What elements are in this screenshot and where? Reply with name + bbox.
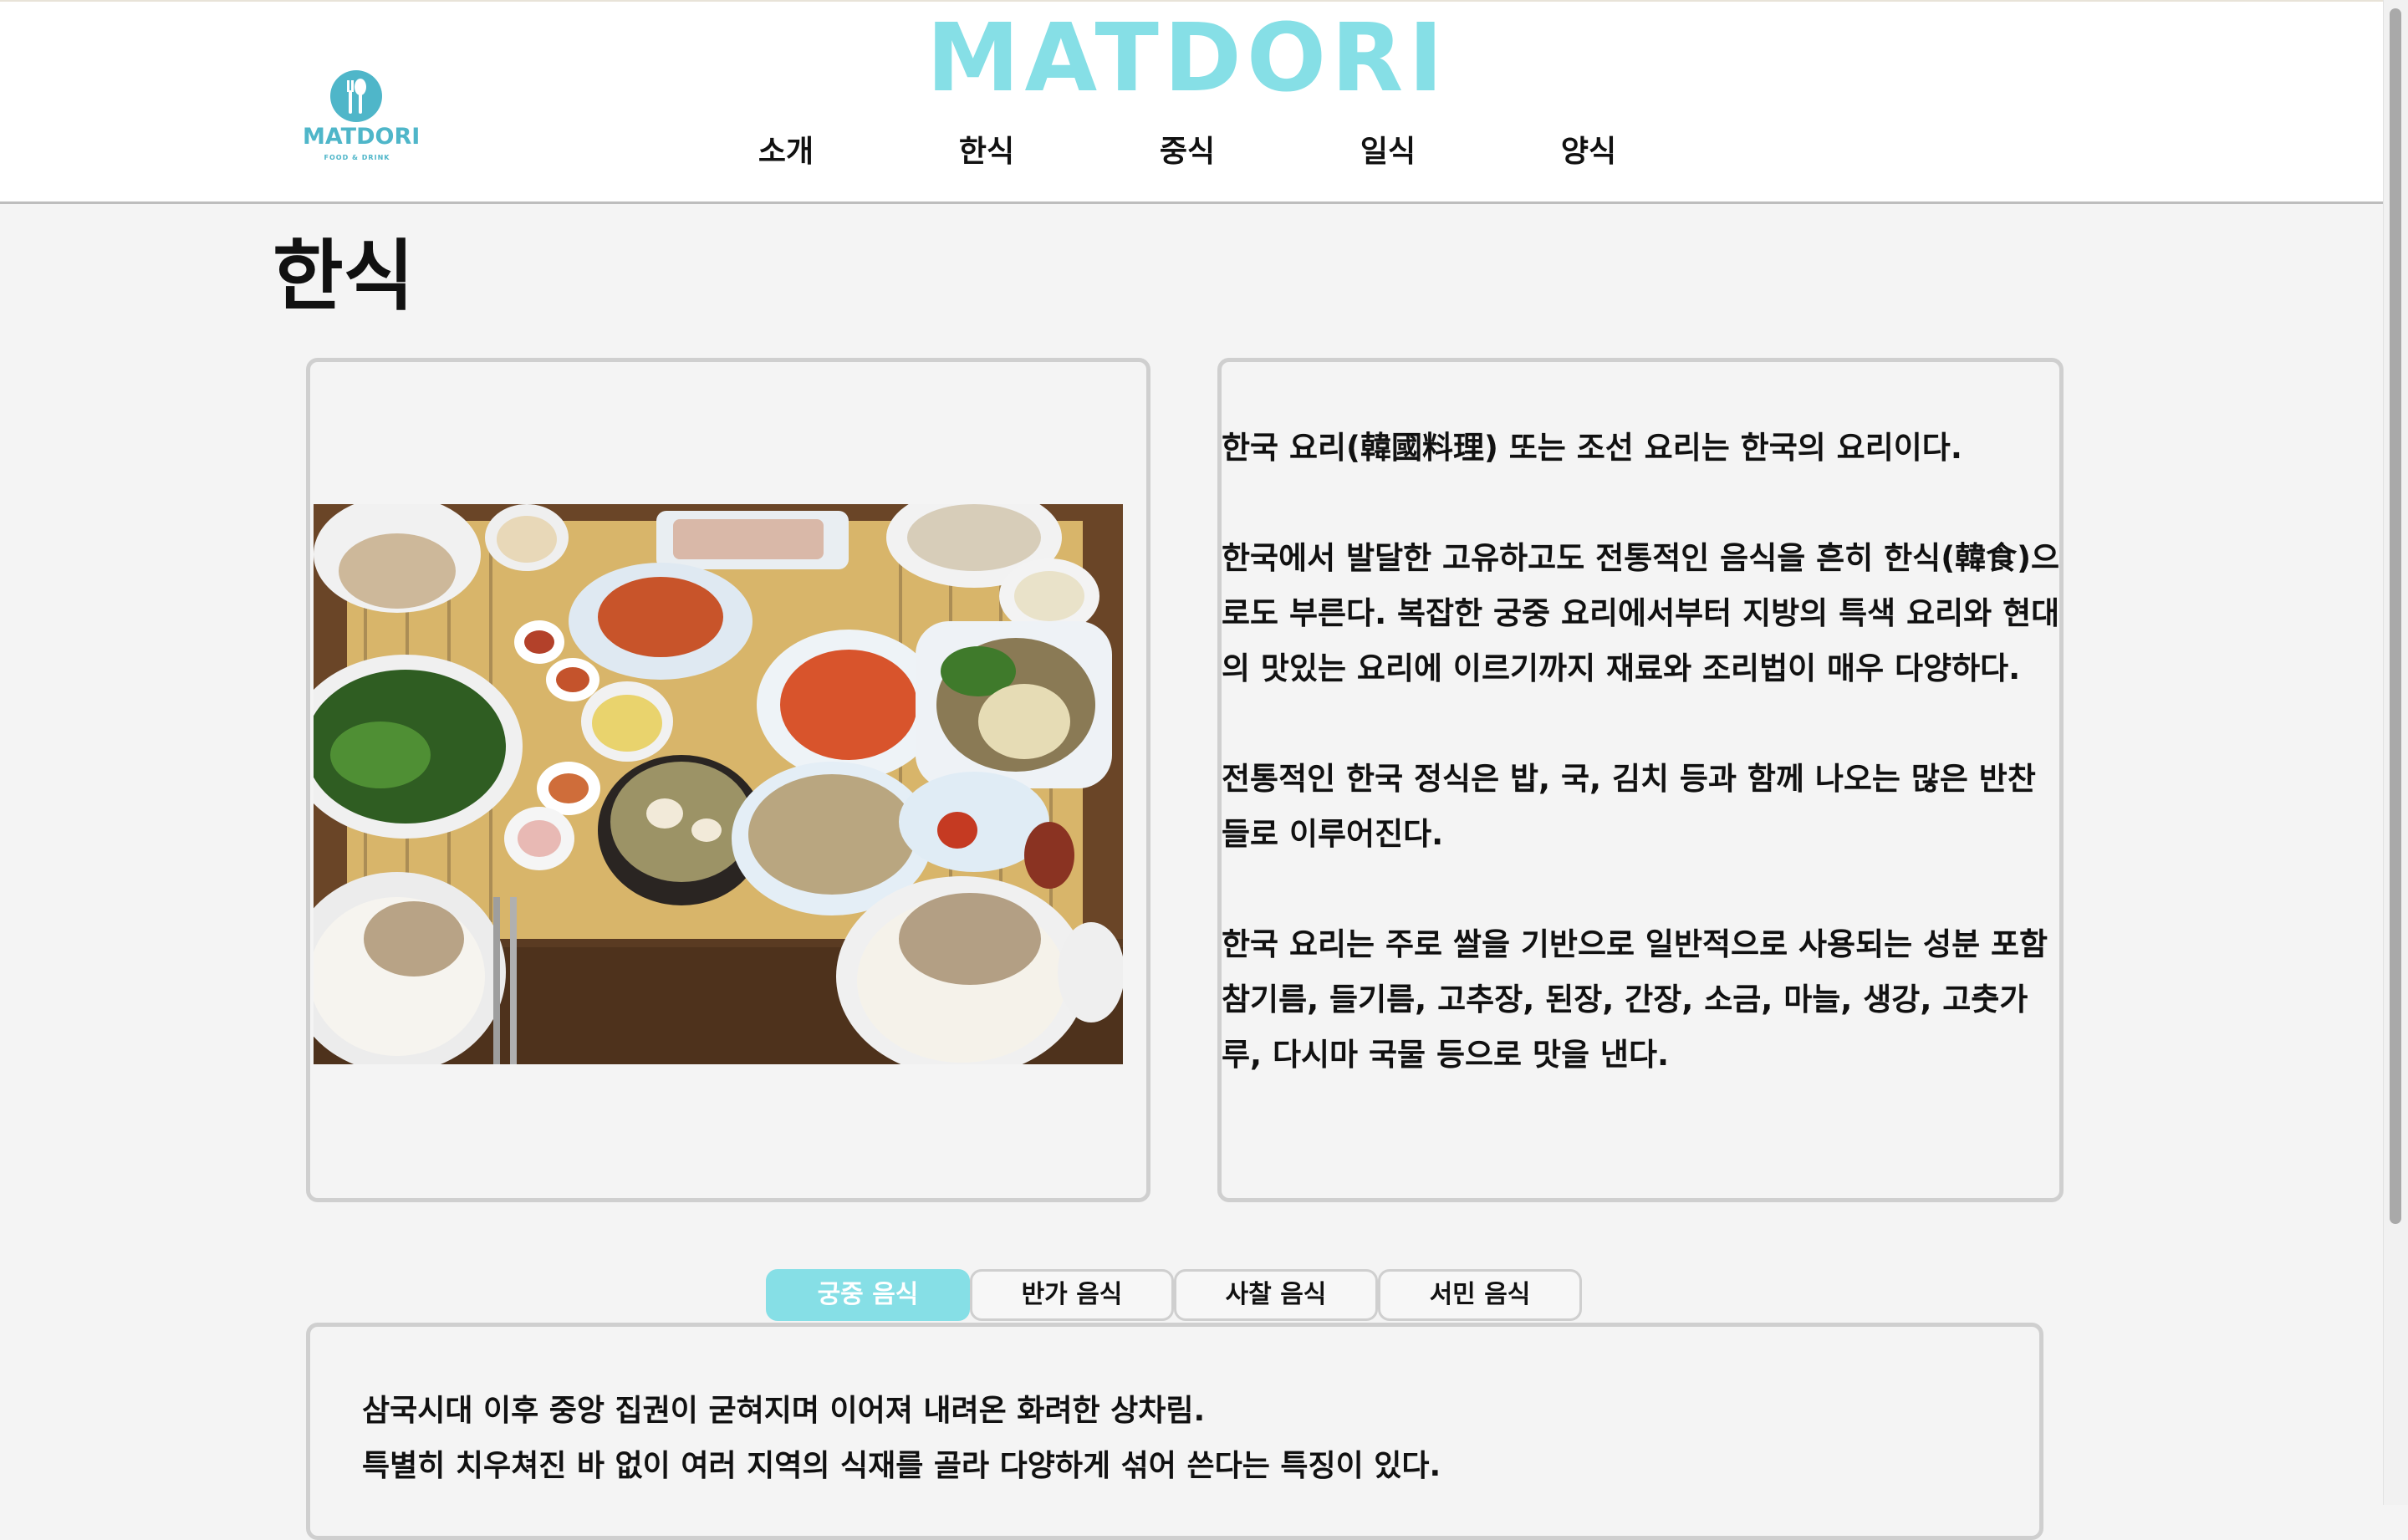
nav-item-japanese[interactable]: 일식 bbox=[1321, 127, 1455, 171]
image-card bbox=[306, 358, 1150, 1202]
site-logo[interactable]: MATDORI FOOD & DRINK bbox=[303, 70, 421, 171]
description-paragraph-2: 한국에서 발달한 고유하고도 전통적인 음식을 흔히 한식(韓食)으로도 부른다… bbox=[1222, 540, 2060, 686]
tab-content-line-1: 삼국시대 이후 중앙 집권이 굳혀지며 이어져 내려온 화려한 상차림. bbox=[362, 1394, 1206, 1428]
description-paragraph-3: 전통적인 한국 정식은 밥, 국, 김치 등과 함께 나오는 많은 반찬들로 이… bbox=[1222, 761, 2036, 852]
nav-item-western[interactable]: 양식 bbox=[1522, 127, 1656, 171]
main-nav: 소개 한식 중식 일식 양식 bbox=[719, 127, 1722, 177]
nav-item-korean[interactable]: 한식 bbox=[920, 127, 1054, 171]
nav-item-intro[interactable]: 소개 bbox=[719, 127, 853, 171]
description-paragraph-1: 한국 요리(韓國料理) 또는 조선 요리는 한국의 요리이다. bbox=[1222, 430, 1962, 466]
logo-subtext: FOOD & DRINK bbox=[324, 154, 390, 161]
tab-common-food[interactable]: 서민 음식 bbox=[1378, 1269, 1582, 1321]
korean-table-photo bbox=[314, 504, 1123, 1064]
tab-temple-food[interactable]: 사찰 음식 bbox=[1174, 1269, 1378, 1321]
brand-title[interactable]: MATDORI bbox=[920, 8, 1455, 109]
tab-royal-food[interactable]: 궁중 음식 bbox=[766, 1269, 970, 1321]
nav-item-chinese[interactable]: 중식 bbox=[1120, 127, 1254, 171]
description-card: 한국 요리(韓國料理) 또는 조선 요리는 한국의 요리이다. 한국에서 발달한… bbox=[1217, 358, 2064, 1202]
description-paragraph-4: 한국 요리는 주로 쌀을 기반으로 일반적으로 사용되는 성분 포함 참기름, … bbox=[1222, 926, 2048, 1073]
fork-spoon-icon bbox=[330, 70, 382, 122]
tab-content-card: 삼국시대 이후 중앙 집권이 굳혀지며 이어져 내려온 화려한 상차림. 특별히… bbox=[306, 1323, 2043, 1540]
page-title: 한식 bbox=[273, 232, 415, 321]
logo-wordmark: MATDORI bbox=[303, 124, 421, 150]
scrollbar-thumb[interactable] bbox=[2390, 8, 2401, 1224]
tab-content-line-2: 특별히 치우쳐진 바 없이 여러 지역의 식재를 골라 다양하게 섞어 쓴다는 … bbox=[362, 1449, 1441, 1483]
tab-banga-food[interactable]: 반가 음식 bbox=[970, 1269, 1174, 1321]
site-header: MATDORI FOOD & DRINK MATDORI 소개 한식 중식 일식… bbox=[0, 2, 2383, 204]
